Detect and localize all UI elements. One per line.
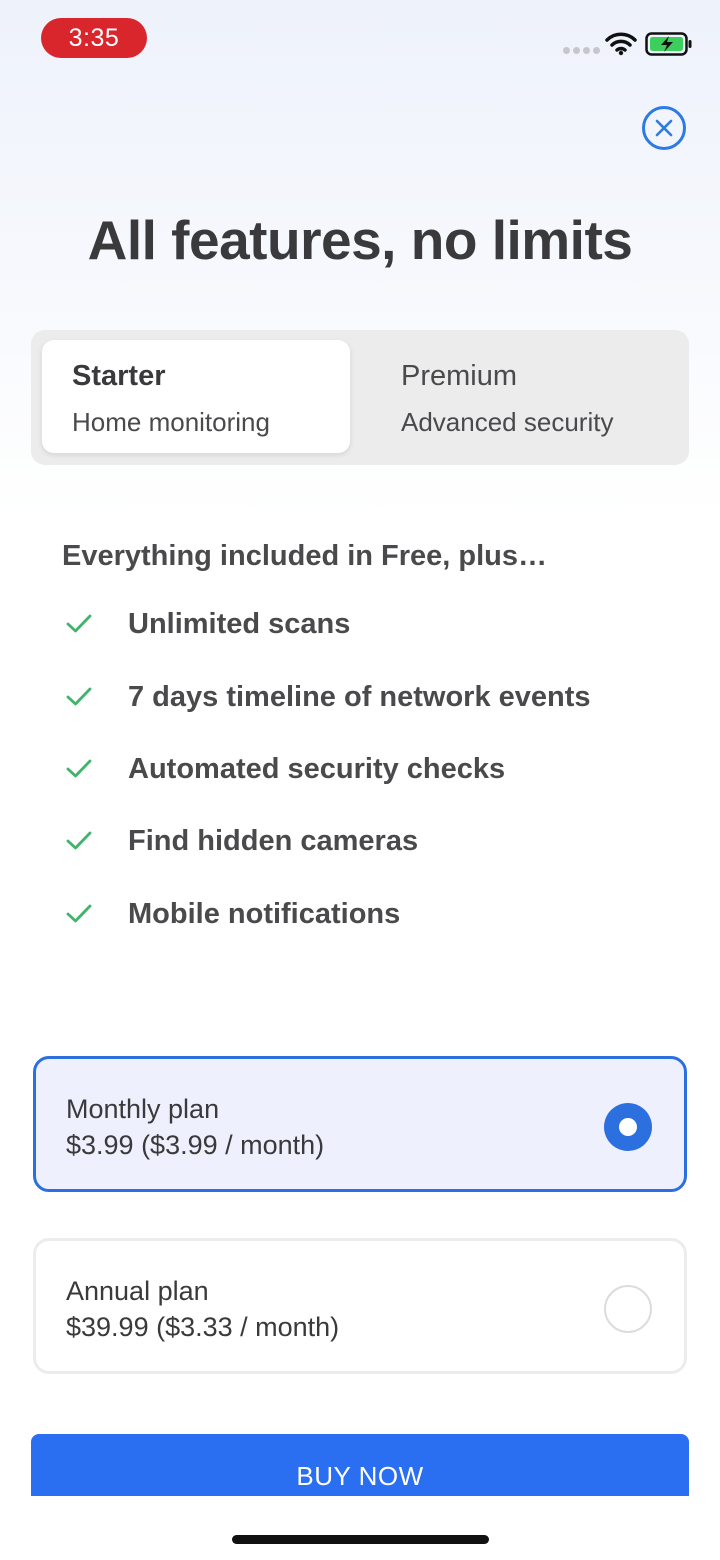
tier-name: Premium [401,360,518,392]
plan-name: Monthly plan [66,1094,220,1124]
feature-label: Mobile notifications [128,898,401,930]
battery-charging-icon [645,32,692,56]
tier-tab-premium[interactable]: Premium Advanced security [371,340,679,453]
page-title: All features, no limits [87,209,633,271]
feature-item: 7 days timeline of network events [62,677,682,717]
tier-tab-starter[interactable]: Starter Home monitoring [42,340,350,453]
plan-radio-selected[interactable] [604,1103,652,1151]
feature-item: Find hidden cameras [62,821,682,861]
tier-name: Starter [72,360,166,392]
buy-now-button[interactable]: BUY NOW [31,1434,689,1496]
feature-label: 7 days timeline of network events [128,681,591,713]
features-heading: Everything included in Free, plus… [62,540,548,572]
check-icon [66,614,92,633]
home-indicator[interactable] [232,1535,489,1544]
plan-price: $3.99 ($3.99 / month) [66,1130,325,1160]
check-icon [66,759,92,778]
check-icon [66,904,92,923]
feature-item: Mobile notifications [62,894,682,934]
close-icon [655,119,673,137]
cellular-signal-icon [563,47,601,55]
feature-label: Find hidden cameras [128,825,419,857]
check-icon [66,687,92,706]
status-time: 3:35 [41,18,147,58]
plan-price: $39.99 ($3.33 / month) [66,1312,340,1342]
tier-subtitle: Home monitoring [72,407,270,437]
plan-name: Annual plan [66,1276,209,1306]
plan-radio-unselected[interactable] [604,1285,652,1333]
plan-option-annual[interactable]: Annual plan $39.99 ($3.33 / month) [33,1238,687,1374]
tier-selector: Starter Home monitoring Premium Advanced… [31,330,689,465]
close-button[interactable] [642,106,686,150]
status-bar: 3:35 [0,0,720,80]
feature-item: Automated security checks [62,749,682,789]
feature-label: Automated security checks [128,753,506,785]
wifi-icon [605,32,637,56]
tier-subtitle: Advanced security [401,407,614,437]
plan-option-monthly[interactable]: Monthly plan $3.99 ($3.99 / month) [33,1056,687,1192]
feature-item: Unlimited scans [62,604,682,644]
feature-label: Unlimited scans [128,608,351,640]
check-icon [66,831,92,850]
